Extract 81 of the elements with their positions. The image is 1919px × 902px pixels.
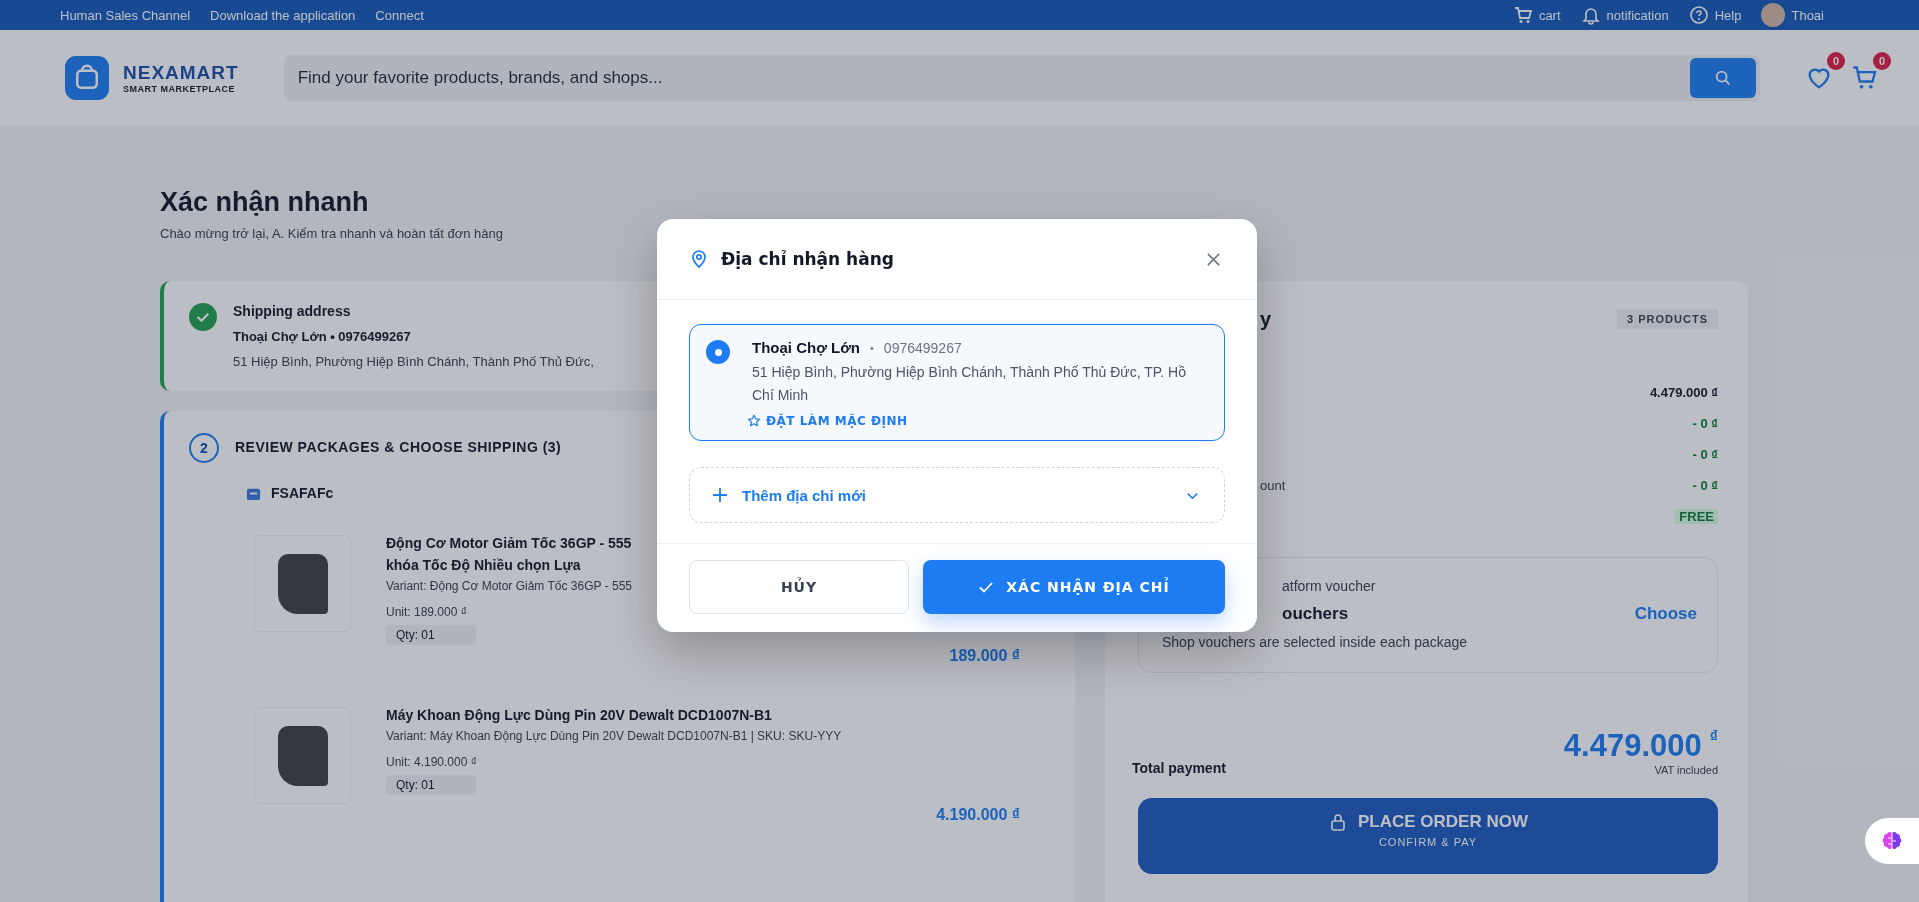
recipient-name: Thoại Chợ Lớn [752, 339, 860, 356]
unit-price: Unit: 189.000 ₫ [386, 605, 468, 619]
voucher-label: atform voucher [1282, 578, 1377, 594]
radio-button[interactable] [706, 340, 730, 364]
top-action[interactable]: Help [1688, 5, 1742, 25]
lock-icon [1328, 812, 1348, 832]
top-link[interactable]: Human Sales Channel [60, 7, 191, 23]
step-title: REVIEW PACKAGES & CHOOSE SHIPPING (3) [235, 439, 562, 455]
top-action-label: Help [1714, 7, 1742, 23]
product-title: Động Cơ Motor Giảm Tốc 36GP - 555 [386, 535, 632, 551]
cart-button[interactable] [1851, 63, 1879, 92]
logo-tagline: SMART MARKETPLACE [123, 83, 236, 94]
choose-link[interactable]: Choose [1634, 604, 1697, 624]
cart-icon [1512, 5, 1533, 25]
product-title: khóa Tốc Độ Nhiều chọn Lựa [386, 557, 582, 573]
place-order-sublabel: CONFIRM & PAY [1378, 836, 1478, 848]
assistant-button[interactable] [1865, 818, 1919, 864]
search-button[interactable] [1690, 57, 1756, 98]
place-order-label: PLACE ORDER NOW [1358, 812, 1528, 832]
star-icon [747, 414, 761, 428]
product-price: 4.190.000 ₫ [936, 806, 1020, 824]
plus-icon [712, 487, 728, 503]
product-variant: Variant: Động Cơ Motor Giảm Tốc 36GP - 555 [386, 579, 632, 593]
summary-title: y [1260, 307, 1272, 331]
step-title: Shipping address [233, 303, 352, 319]
product-variant: Variant: Máy Khoan Động Lực Dùng Pin 20V Dewalt DCD1007N-B1 | SKU: SKU-YYY [386, 729, 842, 743]
vat-note: VAT included [1654, 764, 1718, 776]
search-icon [1714, 68, 1732, 87]
separator-dot: • [870, 341, 874, 354]
check-circle-icon [189, 303, 217, 331]
summary-value: 4.479.000 ₫ [1649, 385, 1718, 400]
summary-value: - 0 ₫ [1692, 447, 1718, 462]
avatar [1761, 3, 1786, 27]
close-icon [1206, 251, 1221, 267]
total-label: Total payment [1132, 760, 1226, 776]
search-field[interactable]: Find your favorite products, brands, and shops... [283, 54, 1760, 101]
top-action-label: notification [1606, 7, 1669, 23]
quantity-field[interactable]: Qty: 01 [386, 625, 476, 645]
recipient-phone: 0976499267 [883, 339, 962, 356]
set-default-link[interactable]: ĐẶT LÀM MẶC ĐỊNH [747, 414, 1206, 428]
quantity-field[interactable]: Qty: 01 [386, 775, 476, 795]
top-action-label: cart [1538, 7, 1561, 23]
help-icon [1688, 5, 1709, 25]
summary-value: FREE [1675, 509, 1718, 524]
top-link[interactable]: Download the application [210, 7, 356, 23]
voucher-title: ouchers [1282, 604, 1349, 624]
location-pin-icon [689, 249, 709, 269]
step-recipient: Thoại Chợ Lớn • 0976499267 [233, 329, 412, 344]
top-action[interactable]: cart [1512, 5, 1561, 25]
address-option[interactable]: Thoại Chợ Lớn • 0976499267 51 Hiệp Bình, Phường Hiệp Bình Chánh, Thành Phố Thủ Đức, TP. Hồ Chí Minh ĐẶT LÀM MẶC ĐỊNH [689, 324, 1225, 441]
logo-name: NEXAMART [123, 61, 239, 84]
product-price: 189.000 ₫ [949, 647, 1020, 665]
summary-label: ount [1260, 478, 1286, 493]
page-subtitle: Chào mừng trở lại, A. Kiểm tra nhanh và hoàn tất đơn hàng [160, 226, 504, 241]
voucher-note: Shop vouchers are selected inside each package [1162, 634, 1469, 650]
summary-value: - 0 ₫ [1692, 478, 1718, 493]
cancel-button[interactable]: HỦY [689, 560, 909, 614]
top-action[interactable]: Thoai [1761, 3, 1824, 27]
total-amount: 4.479.000 [1563, 728, 1702, 764]
step-number: 2 [189, 433, 219, 463]
product-count-badge: 3 PRODUCTS [1617, 309, 1718, 329]
wishlist-badge: 0 [1827, 51, 1845, 70]
top-link[interactable]: Connect [375, 7, 424, 23]
top-action-label: Thoai [1791, 7, 1824, 23]
cart-icon [1851, 63, 1879, 92]
logo-icon [65, 55, 109, 100]
step-address: 51 Hiệp Bình, Phường Hiệp Bình Chánh, Thành Phố Thủ Đức, [233, 354, 594, 369]
unit-price: Unit: 4.190.000 ₫ [386, 755, 478, 769]
top-action[interactable]: notification [1580, 5, 1669, 25]
summary-value: - 0 ₫ [1692, 416, 1718, 431]
bell-icon [1580, 5, 1601, 25]
page-title: Xác nhận nhanh [160, 187, 370, 218]
address-text: 51 Hiệp Bình, Phường Hiệp Bình Chánh, Thành Phố Thủ Đức, TP. Hồ Chí Minh [752, 363, 1187, 405]
dialog-title: Địa chỉ nhận hàng [721, 249, 895, 269]
cart-badge: 0 [1873, 51, 1891, 70]
shop-name: FSAFAFc [271, 485, 334, 501]
currency-symbol: ₫ [1709, 728, 1718, 746]
confirm-address-button[interactable]: XÁC NHẬN ĐỊA CHỈ [923, 560, 1225, 614]
product-title: Máy Khoan Động Lực Dùng Pin 20V Dewalt DCD1007N-B1 [386, 707, 773, 723]
place-order-button[interactable]: PLACE ORDER NOW CONFIRM & PAY [1138, 798, 1718, 874]
add-address-toggle[interactable]: Thêm địa chỉ mới [689, 467, 1225, 523]
